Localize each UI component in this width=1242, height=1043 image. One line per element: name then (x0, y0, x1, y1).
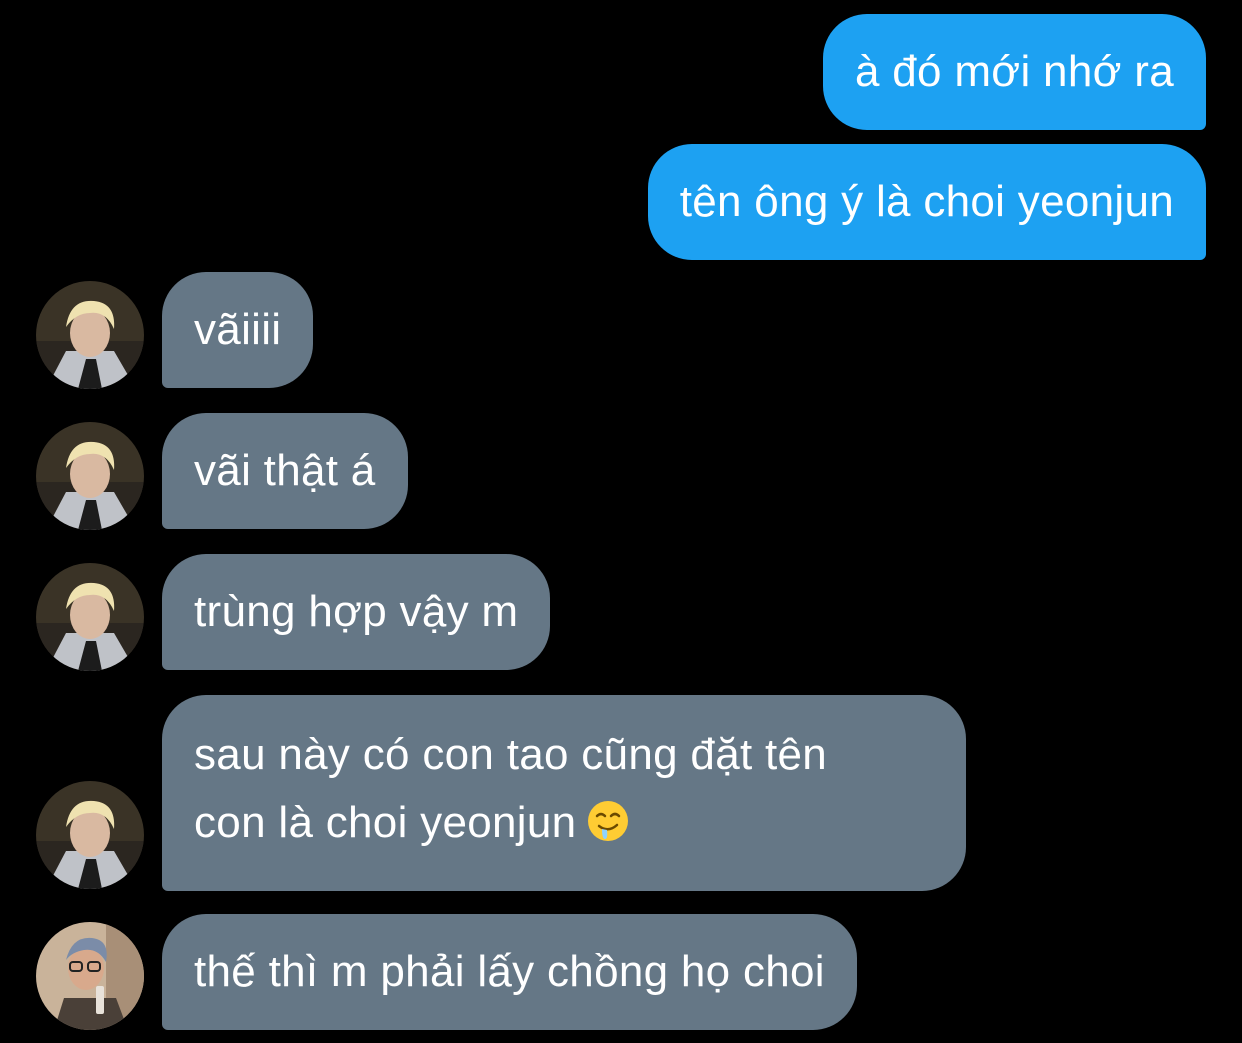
drooling-face-emoji-icon (588, 801, 629, 841)
avatar-blonde-icon (36, 422, 144, 530)
message-text: con là choi yeonjun (194, 798, 577, 847)
message-text: vãi thật á (194, 446, 376, 495)
avatar-blonde-icon (36, 781, 144, 889)
contact-avatar[interactable] (36, 281, 144, 389)
message-bubble-received[interactable]: vãiiii (162, 272, 314, 388)
message-text: thế thì m phải lấy chồng họ choi (194, 947, 825, 996)
avatar-blonde-icon (36, 563, 144, 671)
contact-avatar[interactable] (36, 422, 144, 530)
message-bubble-sent[interactable]: tên ông ý là choi yeonjun (647, 144, 1206, 260)
message-bubble-received[interactable]: vãi thật á (162, 413, 408, 529)
contact-avatar[interactable] (36, 922, 144, 1030)
message-text: vãiiii (194, 305, 282, 354)
avatar-blonde-icon (36, 281, 144, 389)
message-text: trùng hợp vậy m (194, 587, 519, 636)
message-text-line-1: sau này có con tao cũng đặt tên (194, 730, 828, 779)
message-text: à đó mới nhớ ra (854, 47, 1174, 96)
message-bubble-received[interactable]: sau này có con tao cũng đặt tên con là c… (162, 695, 966, 891)
message-bubble-received[interactable]: thế thì m phải lấy chồng họ choi (162, 914, 857, 1030)
contact-avatar[interactable] (36, 781, 144, 889)
message-text-line-2: con là choi yeonjun (194, 789, 934, 857)
avatar-glasses-icon (36, 922, 144, 1030)
message-bubble-received[interactable]: trùng hợp vậy m (162, 554, 551, 670)
message-text: tên ông ý là choi yeonjun (679, 177, 1174, 226)
contact-avatar[interactable] (36, 563, 144, 671)
message-bubble-sent[interactable]: à đó mới nhớ ra (822, 14, 1206, 130)
